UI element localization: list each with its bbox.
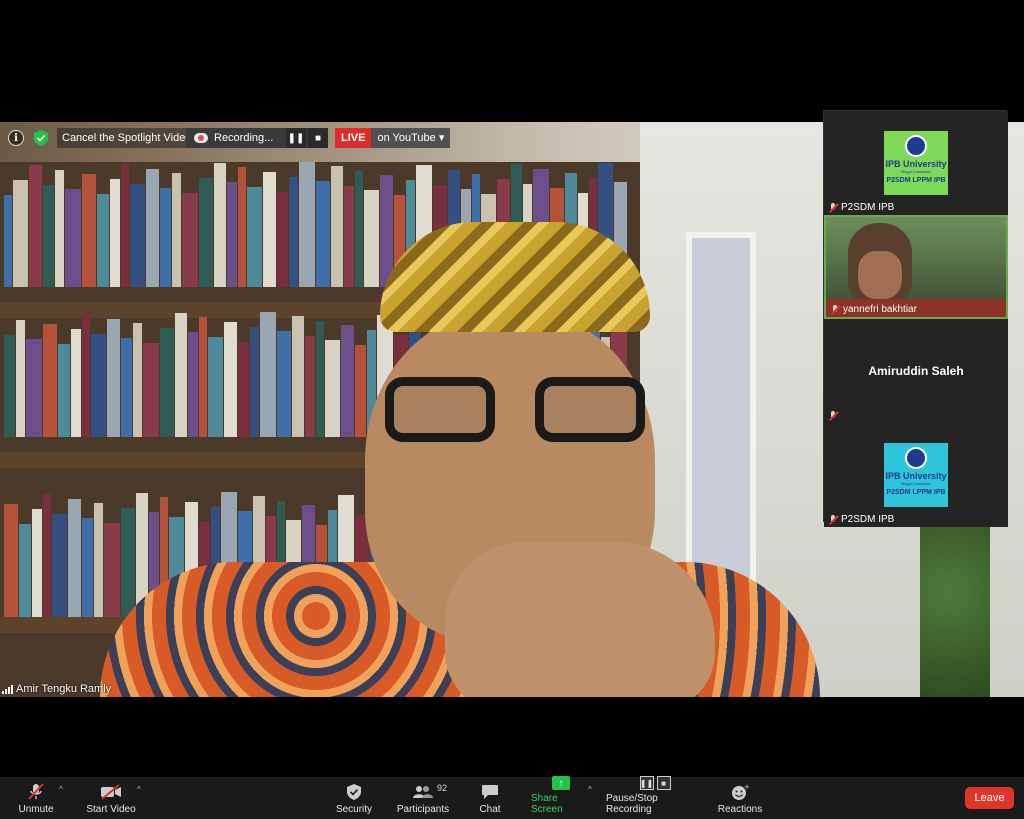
participant-tile[interactable]: Amiruddin Saleh [824, 319, 1008, 423]
participants-icon: 92 [413, 783, 447, 801]
speaker-figure [100, 182, 820, 697]
participant-name: P2SDM IPB [841, 514, 895, 525]
book-spine [68, 498, 81, 617]
book-spine [32, 508, 42, 617]
chat-label: Chat [479, 804, 501, 815]
youtube-dropdown[interactable]: on YouTube ▾ [371, 128, 451, 148]
svg-text:+: + [744, 783, 749, 791]
reactions-icon: + [731, 783, 749, 801]
book-spine [43, 324, 57, 437]
plant [920, 522, 990, 697]
book-spine [4, 334, 15, 437]
signal-icon [2, 684, 13, 694]
book-spine [82, 174, 96, 287]
book-spine [55, 169, 64, 287]
pause-icon: ❚❚ [639, 776, 654, 790]
recording-label: Pause/Stop Recording [606, 793, 658, 815]
book-spine [4, 195, 12, 287]
pause-icon[interactable]: ❚❚ [286, 128, 306, 148]
speaker-name: Amir Tengku Ramly [16, 683, 112, 695]
book-spine [29, 165, 42, 287]
book-spine [43, 184, 54, 287]
speaker-name-label: Amir Tengku Ramly [2, 683, 111, 695]
unmute-label: Unmute [18, 804, 54, 815]
participants-count: 92 [436, 783, 447, 793]
meeting-toolbar: Unmute ^ Start Video ^ Security 92 Parti… [0, 776, 1024, 819]
book-spine [43, 493, 51, 617]
ipb-logo: IPB University Bogor Indonesia P2SDM LPP… [884, 443, 948, 507]
cancel-spotlight-button[interactable]: Cancel the Spotlight Video [57, 128, 197, 148]
participant-tile[interactable]: IPB University Bogor Indonesia P2SDM LPP… [824, 111, 1008, 215]
share-screen-label: Share Screen [531, 793, 563, 815]
start-video-button[interactable]: Start Video [84, 777, 138, 819]
mic-muted-icon [828, 411, 838, 421]
mic-muted-icon [828, 202, 838, 213]
glasses [385, 377, 650, 447]
chevron-up-icon[interactable]: ^ [588, 785, 592, 794]
book-spine [4, 504, 18, 617]
participants-button[interactable]: 92 Participants [396, 777, 450, 819]
participant-tile[interactable]: IPB University Bogor Indonesia P2SDM LPP… [824, 423, 1008, 527]
book-spine [16, 319, 25, 437]
mic-muted-icon [28, 783, 44, 801]
participant-name: Amiruddin Saleh [868, 364, 964, 378]
mic-muted-icon [828, 514, 838, 525]
live-badge: LIVE [335, 128, 372, 148]
security-label: Security [335, 804, 373, 815]
start-video-label: Start Video [86, 804, 136, 815]
recording-label: Recording... [214, 132, 274, 144]
share-screen-button[interactable]: ↑ Share Screen [531, 776, 591, 819]
chevron-up-icon[interactable]: ^ [59, 785, 63, 794]
book-spine [82, 313, 90, 437]
recording-cloud-icon [194, 133, 208, 143]
live-stream-status[interactable]: LIVE on YouTube ▾ [335, 128, 451, 148]
video-off-icon [100, 783, 122, 801]
book-spine [58, 343, 70, 437]
security-button[interactable]: Security [334, 777, 374, 819]
book-spine [71, 328, 81, 437]
participant-name: yannefri bakhtiar [843, 304, 917, 315]
book-spine [65, 189, 81, 287]
participant-gallery: IPB University Bogor Indonesia P2SDM LPP… [823, 110, 1008, 527]
reactions-label: Reactions [717, 804, 763, 815]
leave-button[interactable]: Leave [965, 787, 1014, 809]
book-spine [26, 339, 42, 437]
chevron-up-icon[interactable]: ^ [137, 785, 141, 794]
pause-stop-recording-button[interactable]: ❚❚ ■ Pause/Stop Recording [606, 776, 704, 819]
chat-button[interactable]: Chat [476, 777, 504, 819]
participant-tile[interactable]: yannefri bakhtiar [824, 215, 1008, 319]
mic-muted-icon [830, 304, 840, 315]
participant-name: P2SDM IPB [841, 202, 895, 213]
unmute-button[interactable]: Unmute [16, 777, 56, 819]
info-icon[interactable]: i [8, 130, 24, 146]
share-screen-icon: ↑ [552, 776, 570, 790]
chat-icon [481, 783, 499, 801]
participant-video [848, 223, 912, 303]
book-spine [52, 513, 67, 617]
reactions-button[interactable]: + Reactions [718, 777, 762, 819]
ipb-logo: IPB University Bogor Indonesia P2SDM LPP… [884, 131, 948, 195]
stop-icon[interactable]: ■ [308, 128, 328, 148]
security-shield-icon [347, 783, 361, 801]
book-spine [19, 523, 31, 617]
book-spine [82, 518, 93, 617]
headband [380, 222, 650, 332]
stop-icon: ■ [656, 776, 671, 790]
participants-label: Participants [396, 804, 450, 815]
recording-indicator: Recording... ❚❚ ■ [186, 128, 328, 148]
shield-icon[interactable] [33, 130, 49, 146]
recording-controls-icon: ❚❚ ■ [639, 776, 671, 790]
hand [445, 542, 715, 697]
book-spine [13, 180, 28, 287]
